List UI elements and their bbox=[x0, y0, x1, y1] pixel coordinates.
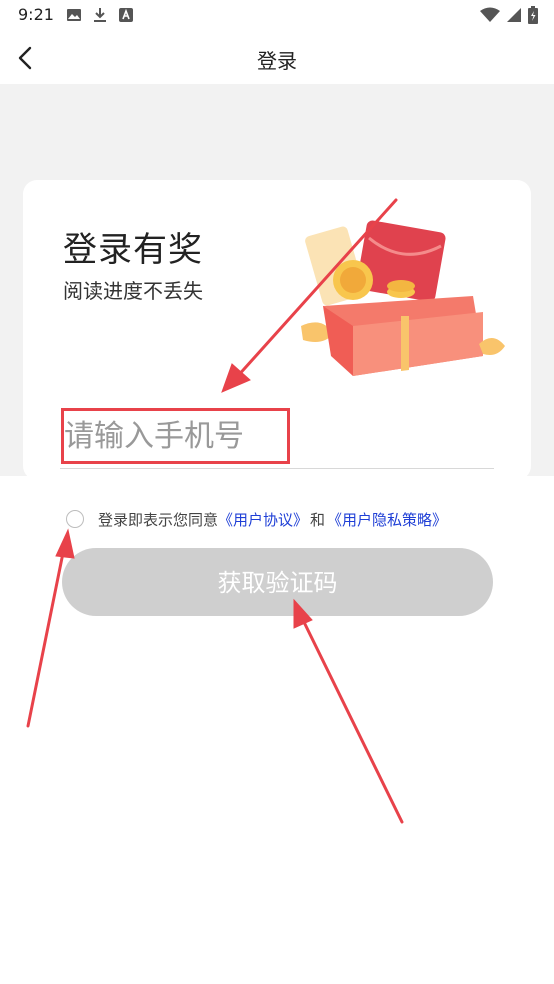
gift-box-illustration bbox=[301, 220, 505, 376]
get-code-button[interactable]: 获取验证码 bbox=[62, 548, 493, 616]
login-card: 登录有奖 阅读进度不丢失 bbox=[23, 180, 531, 480]
agreement-checkbox[interactable] bbox=[66, 510, 84, 528]
promo-subtitle: 阅读进度不丢失 bbox=[63, 279, 203, 303]
status-time: 9:21 bbox=[18, 5, 54, 24]
signal-icon bbox=[507, 8, 521, 22]
privacy-policy-link[interactable]: 《用户隐私策略》 bbox=[327, 509, 447, 530]
user-agreement-link[interactable]: 《用户协议》 bbox=[218, 509, 308, 530]
promo-title: 登录有奖 bbox=[63, 230, 203, 270]
arrow-to-checkbox bbox=[26, 546, 66, 728]
agreement-text: 登录即表示您同意 bbox=[98, 510, 219, 529]
download-icon bbox=[94, 8, 106, 22]
annotation-highlight-box bbox=[61, 408, 290, 464]
a-icon bbox=[119, 8, 133, 22]
system-icons bbox=[480, 6, 538, 24]
page-title: 登录 bbox=[257, 49, 297, 73]
nav-bar: 登录 bbox=[0, 32, 554, 84]
wifi-icon bbox=[480, 7, 500, 22]
arrow-head-checkbox bbox=[55, 528, 75, 559]
arrow-to-button bbox=[300, 616, 404, 824]
battery-icon bbox=[528, 6, 538, 24]
image-icon bbox=[67, 9, 81, 21]
agreement-and: 和 bbox=[310, 510, 326, 529]
agreement-row: 登录即表示您同意 《用户协议》 和 《用户隐私策略》 bbox=[66, 505, 447, 533]
status-bar: 9:21 bbox=[0, 0, 554, 32]
notification-icons bbox=[66, 7, 134, 23]
